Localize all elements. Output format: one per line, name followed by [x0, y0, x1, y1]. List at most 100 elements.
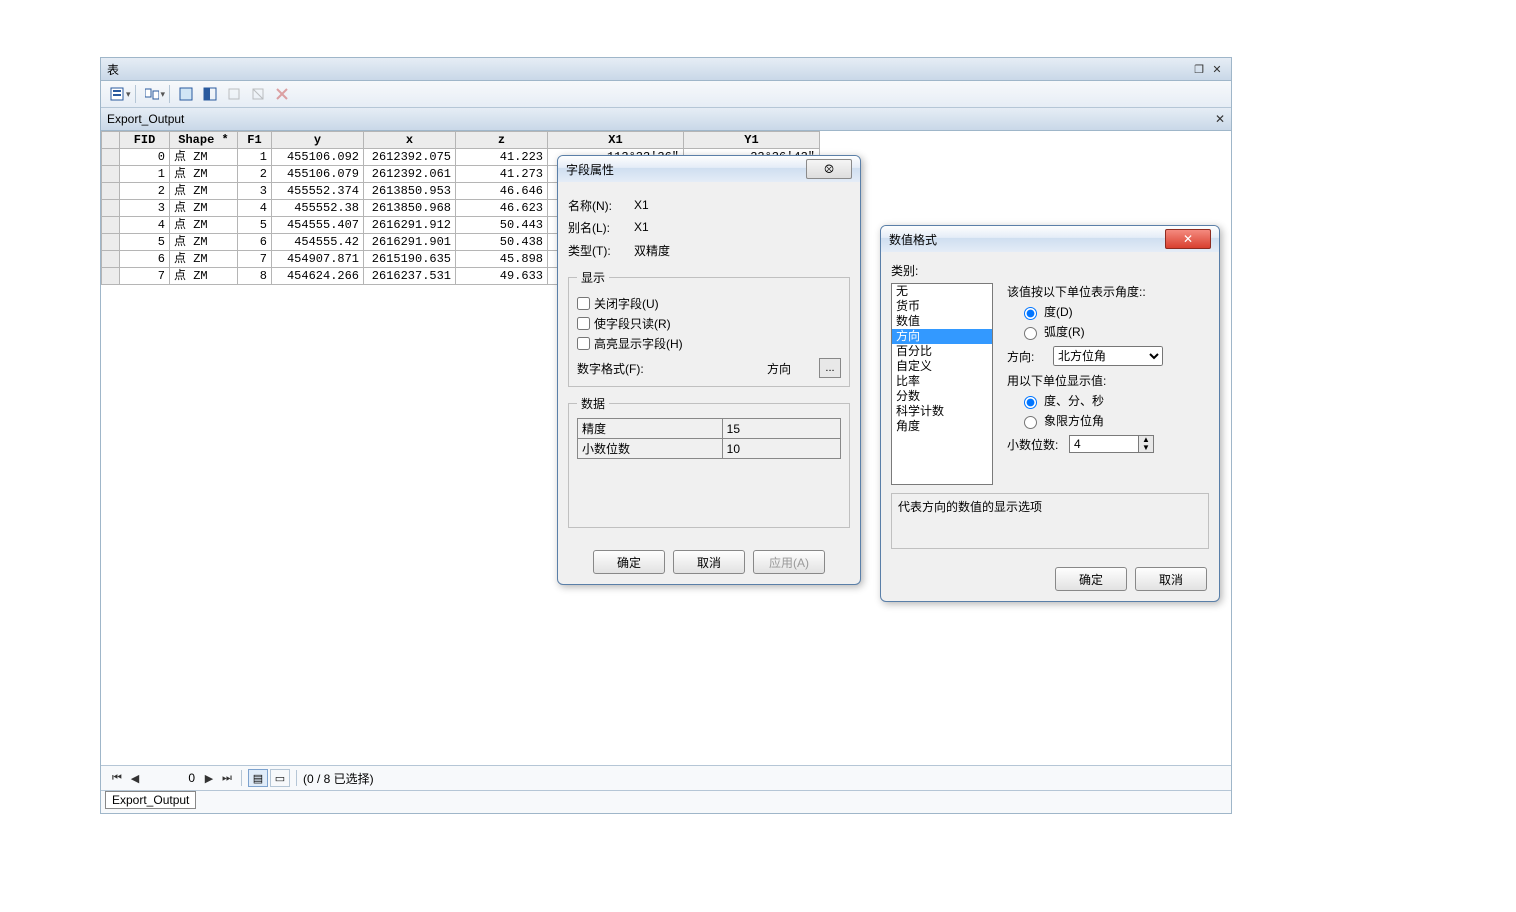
category-item[interactable]: 百分比	[892, 344, 992, 359]
cell[interactable]: 1	[120, 166, 170, 183]
cell[interactable]: 41.223	[456, 149, 548, 166]
cell[interactable]: 50.443	[456, 217, 548, 234]
cell[interactable]: 455106.079	[272, 166, 364, 183]
cell[interactable]: 5	[238, 217, 272, 234]
cell[interactable]: 45.898	[456, 251, 548, 268]
cell[interactable]: 455552.374	[272, 183, 364, 200]
category-item[interactable]: 方向	[892, 329, 992, 344]
cancel-button[interactable]: 取消	[1135, 567, 1207, 591]
cell[interactable]: 46.646	[456, 183, 548, 200]
current-record-input[interactable]: 0	[145, 771, 199, 785]
row-selector[interactable]	[102, 268, 120, 285]
clear-selection-button[interactable]	[246, 83, 270, 105]
cell[interactable]: 41.273	[456, 166, 548, 183]
cell[interactable]: 2613850.968	[364, 200, 456, 217]
cell[interactable]: 点 ZM	[170, 200, 238, 217]
cell[interactable]: 455106.092	[272, 149, 364, 166]
decimal-places-input[interactable]	[1069, 435, 1139, 453]
cell[interactable]: 2	[238, 166, 272, 183]
cell[interactable]: 1	[238, 149, 272, 166]
spinner-down-icon[interactable]: ▼	[1139, 444, 1153, 452]
cell[interactable]: 454555.42	[272, 234, 364, 251]
column-header[interactable]: Shape *	[170, 132, 238, 149]
category-item[interactable]: 分数	[892, 389, 992, 404]
cell[interactable]: 点 ZM	[170, 183, 238, 200]
cell[interactable]: 2615190.635	[364, 251, 456, 268]
cell[interactable]: 2	[120, 183, 170, 200]
dropdown-icon[interactable]: ▾	[161, 89, 166, 100]
dropdown-icon[interactable]: ▾	[126, 89, 131, 100]
last-record-button[interactable]: ⏭	[219, 770, 235, 786]
show-all-button[interactable]: ▤	[248, 769, 268, 787]
display-quadrant-radio[interactable]: 象限方位角	[1019, 412, 1209, 429]
cell[interactable]: 2616291.912	[364, 217, 456, 234]
cell[interactable]: 6	[120, 251, 170, 268]
row-selector[interactable]	[102, 166, 120, 183]
cell[interactable]: 8	[238, 268, 272, 285]
column-header[interactable]: FID	[120, 132, 170, 149]
category-item[interactable]: 科学计数	[892, 404, 992, 419]
category-item[interactable]: 比率	[892, 374, 992, 389]
cell[interactable]: 454555.407	[272, 217, 364, 234]
cell[interactable]: 454907.871	[272, 251, 364, 268]
cell[interactable]: 2616291.901	[364, 234, 456, 251]
cell[interactable]: 2613850.953	[364, 183, 456, 200]
prev-record-button[interactable]: ◀	[127, 770, 143, 786]
category-item[interactable]: 货币	[892, 299, 992, 314]
close-button[interactable]: ✕	[1209, 62, 1225, 76]
row-selector[interactable]	[102, 149, 120, 166]
cell[interactable]: 0	[120, 149, 170, 166]
bottom-tab[interactable]: Export_Output	[105, 791, 196, 809]
zoom-selected-button[interactable]	[222, 83, 246, 105]
cell[interactable]: 点 ZM	[170, 217, 238, 234]
display-dms-radio[interactable]: 度、分、秒	[1019, 392, 1209, 409]
decimal-places-spinner[interactable]: ▲▼	[1069, 435, 1154, 453]
cell[interactable]: 点 ZM	[170, 166, 238, 183]
cell[interactable]: 5	[120, 234, 170, 251]
category-item[interactable]: 数值	[892, 314, 992, 329]
cell[interactable]: 49.633	[456, 268, 548, 285]
dialog-close-button[interactable]: ✕	[1165, 229, 1211, 249]
active-tab-label[interactable]: Export_Output	[107, 112, 184, 126]
cell[interactable]: 点 ZM	[170, 234, 238, 251]
cell[interactable]: 454624.266	[272, 268, 364, 285]
column-header[interactable]: Y1	[684, 132, 820, 149]
cell[interactable]: 46.623	[456, 200, 548, 217]
ok-button[interactable]: 确定	[1055, 567, 1127, 591]
restore-button[interactable]: ❐	[1191, 62, 1207, 76]
cell[interactable]: 2616237.531	[364, 268, 456, 285]
cell[interactable]: 7	[238, 251, 272, 268]
highlight-field-checkbox[interactable]: 高亮显示字段(H)	[577, 335, 841, 352]
angle-radians-radio[interactable]: 弧度(R)	[1019, 323, 1209, 340]
category-listbox[interactable]: 无货币数值方向百分比自定义比率分数科学计数角度	[891, 283, 993, 485]
cell[interactable]: 3	[120, 200, 170, 217]
column-header[interactable]: x	[364, 132, 456, 149]
cell[interactable]: 点 ZM	[170, 251, 238, 268]
direction-select[interactable]: 北方位角	[1053, 346, 1163, 366]
row-selector[interactable]	[102, 200, 120, 217]
cell[interactable]: 455552.38	[272, 200, 364, 217]
cell[interactable]: 点 ZM	[170, 149, 238, 166]
cell[interactable]: 4	[238, 200, 272, 217]
row-selector[interactable]	[102, 234, 120, 251]
category-item[interactable]: 无	[892, 284, 992, 299]
cell[interactable]: 6	[238, 234, 272, 251]
switch-selection-button[interactable]	[198, 83, 222, 105]
turn-off-field-checkbox[interactable]: 关闭字段(U)	[577, 295, 841, 312]
cell[interactable]: 点 ZM	[170, 268, 238, 285]
delete-button[interactable]	[270, 83, 294, 105]
angle-degrees-radio[interactable]: 度(D)	[1019, 303, 1209, 320]
readonly-field-checkbox[interactable]: 使字段只读(R)	[577, 315, 841, 332]
column-header[interactable]: y	[272, 132, 364, 149]
apply-button[interactable]: 应用(A)	[753, 550, 825, 574]
dialog-close-button[interactable]: ⮾	[806, 159, 852, 179]
column-header[interactable]: z	[456, 132, 548, 149]
number-format-more-button[interactable]: ...	[819, 358, 841, 378]
tab-close-button[interactable]: ✕	[1215, 112, 1225, 126]
row-selector[interactable]	[102, 251, 120, 268]
show-selected-button[interactable]: ▭	[270, 769, 290, 787]
cell[interactable]: 3	[238, 183, 272, 200]
select-by-attributes-button[interactable]	[174, 83, 198, 105]
category-item[interactable]: 自定义	[892, 359, 992, 374]
column-header[interactable]: F1	[238, 132, 272, 149]
